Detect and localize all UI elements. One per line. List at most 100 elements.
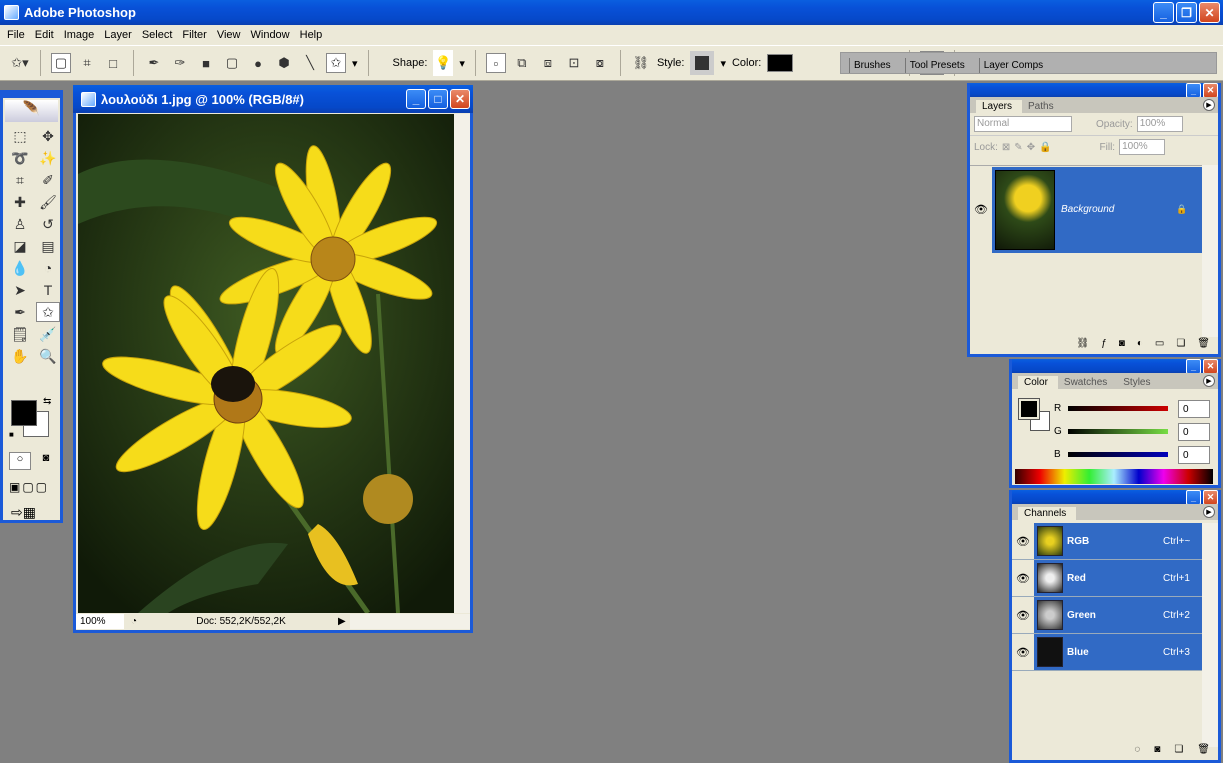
clone-stamp-icon[interactable]: ♙ [8, 214, 32, 234]
channels-panel-menu-icon[interactable]: ▶ [1203, 506, 1215, 518]
tab-swatches[interactable]: Swatches [1058, 376, 1117, 389]
image-canvas[interactable] [78, 114, 455, 613]
slice-tool-icon[interactable]: ✐ [36, 170, 60, 190]
type-tool-icon[interactable]: T [36, 280, 60, 300]
rectangle-icon[interactable]: ■ [196, 53, 216, 73]
layers-scrollbar[interactable] [1202, 165, 1218, 337]
load-selection-icon[interactable]: ◌ [1134, 744, 1140, 760]
hand-tool-icon[interactable]: ✋ [8, 346, 32, 366]
custom-shape-tool-icon[interactable]: ✩ [36, 302, 60, 322]
layers-minimize-button[interactable]: _ [1186, 83, 1201, 98]
freeform-pen-icon[interactable]: ✑ [170, 53, 190, 73]
line-icon[interactable]: ╲ [300, 53, 320, 73]
subtract-mode-icon[interactable]: ⧈ [538, 53, 558, 73]
path-selection-icon[interactable]: ➤ [8, 280, 32, 300]
exclude-mode-icon[interactable]: ⧇ [590, 53, 610, 73]
delete-channel-icon[interactable]: 🗑 [1197, 744, 1210, 760]
restore-button[interactable]: ❐ [1176, 2, 1197, 23]
new-layer-icon[interactable]: ❏ [1176, 338, 1185, 354]
save-selection-icon[interactable]: ◙ [1154, 744, 1160, 760]
history-brush-icon[interactable]: ↺ [36, 214, 60, 234]
channels-close-button[interactable]: ✕ [1203, 490, 1218, 505]
eyedropper-icon[interactable]: 💉 [36, 324, 60, 344]
menu-help[interactable]: Help [295, 29, 328, 41]
gradient-icon[interactable]: ▤ [36, 236, 60, 256]
color-ramp[interactable] [1015, 469, 1213, 484]
close-button[interactable]: ✕ [1199, 2, 1220, 23]
paths-button[interactable]: ⌗ [77, 53, 97, 73]
zoom-level-field[interactable]: 100% [76, 614, 124, 629]
lasso-tool-icon[interactable]: ➰ [8, 148, 32, 168]
shape-options-dropdown[interactable]: ▾ [352, 57, 358, 70]
standard-mode-icon[interactable]: ○ [9, 452, 31, 470]
visibility-eye-icon[interactable]: 👁 [1012, 535, 1034, 548]
doc-minimize-button[interactable]: _ [406, 89, 426, 109]
fill-field[interactable]: 100% [1119, 139, 1166, 155]
layer-mask-icon[interactable]: ◙ [1119, 338, 1125, 354]
doc-close-button[interactable]: ✕ [450, 89, 470, 109]
quick-mask-icon[interactable]: ◙ [35, 452, 57, 470]
visibility-eye-icon[interactable]: 👁 [970, 203, 992, 216]
vertical-scrollbar[interactable] [454, 114, 470, 613]
status-options-icon[interactable]: ◔ [124, 616, 144, 627]
add-mode-icon[interactable]: ⧉ [512, 53, 532, 73]
panel-menu-icon[interactable]: ▶ [1203, 99, 1215, 111]
layers-close-button[interactable]: ✕ [1203, 83, 1218, 98]
polygon-icon[interactable]: ⬢ [274, 53, 294, 73]
g-field[interactable]: 0 [1178, 422, 1210, 441]
well-tab-tool-presets[interactable]: Tool Presets [904, 58, 975, 73]
color-close-button[interactable]: ✕ [1203, 359, 1218, 374]
lock-all-icon[interactable]: 🔒 [1039, 142, 1051, 153]
lock-position-icon[interactable]: ✥ [1027, 142, 1035, 153]
horizontal-scrollbar[interactable] [350, 614, 470, 629]
magic-wand-icon[interactable]: ✨ [36, 148, 60, 168]
delete-layer-icon[interactable]: 🗑 [1197, 338, 1210, 354]
channel-row-blue[interactable]: 👁 Blue Ctrl+3 [1012, 634, 1202, 671]
link-layers-icon[interactable]: ⛓ [1077, 338, 1090, 354]
style-dropdown[interactable]: ▾ [720, 57, 726, 70]
minimize-button[interactable]: _ [1153, 2, 1174, 23]
well-tab-layer-comps[interactable]: Layer Comps [978, 58, 1053, 73]
blur-icon[interactable]: 💧 [8, 258, 32, 278]
foreground-color-swatch[interactable] [11, 400, 37, 426]
color-panel-menu-icon[interactable]: ▶ [1203, 375, 1215, 387]
shape-dropdown[interactable]: ▾ [459, 57, 465, 70]
feather-logo-icon[interactable]: 🪶 [5, 100, 58, 122]
blend-mode-select[interactable]: Normal [974, 116, 1072, 132]
new-channel-icon[interactable]: ❏ [1174, 744, 1183, 760]
brush-tool-icon[interactable]: 🖌 [36, 192, 60, 212]
color-swatch[interactable] [767, 54, 794, 72]
opacity-field[interactable]: 100% [1136, 116, 1183, 132]
menu-image[interactable]: Image [59, 29, 100, 41]
rounded-rectangle-icon[interactable]: ▢ [222, 53, 242, 73]
dodge-icon[interactable]: ◔ [36, 258, 60, 278]
r-slider[interactable] [1068, 406, 1168, 411]
g-slider[interactable] [1068, 429, 1168, 434]
channel-row-red[interactable]: 👁 Red Ctrl+1 [1012, 560, 1202, 597]
notes-icon[interactable]: 🗒 [8, 324, 32, 344]
b-field[interactable]: 0 [1178, 445, 1210, 464]
r-field[interactable]: 0 [1178, 399, 1210, 418]
status-menu-arrow[interactable]: ▶ [338, 616, 350, 627]
lock-transparency-icon[interactable]: ⊠ [1002, 142, 1010, 153]
color-minimize-button[interactable]: _ [1186, 359, 1201, 374]
menu-select[interactable]: Select [137, 29, 178, 41]
default-colors-icon[interactable]: ■ [9, 430, 14, 439]
well-tab-brushes[interactable]: Brushes [849, 58, 901, 73]
visibility-eye-icon[interactable]: 👁 [1012, 646, 1034, 659]
tab-color[interactable]: Color [1018, 376, 1058, 389]
color-fg-swatch[interactable] [1018, 398, 1040, 420]
layer-style-icon[interactable]: ƒ [1101, 338, 1107, 354]
menu-window[interactable]: Window [246, 29, 295, 41]
menu-edit[interactable]: Edit [30, 29, 59, 41]
menu-layer[interactable]: Layer [99, 29, 137, 41]
tab-layers[interactable]: Layers [976, 100, 1023, 113]
channels-minimize-button[interactable]: _ [1186, 490, 1201, 505]
tab-styles[interactable]: Styles [1117, 376, 1160, 389]
zoom-tool-icon[interactable]: 🔍 [36, 346, 60, 366]
screen-modes-icon[interactable]: ▣▢▢ [9, 480, 49, 494]
channel-row-rgb[interactable]: 👁 RGB Ctrl+~ [1012, 523, 1202, 560]
tab-paths[interactable]: Paths [1022, 100, 1064, 113]
pen-tool-icon[interactable]: ✒ [8, 302, 32, 322]
adjustment-layer-icon[interactable]: ◐ [1137, 338, 1143, 354]
